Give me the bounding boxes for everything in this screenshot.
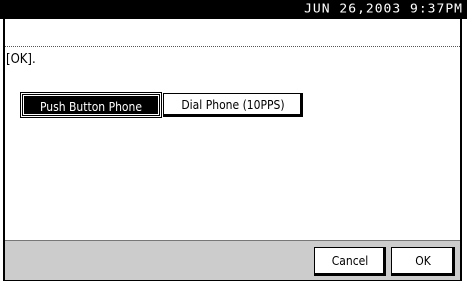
push-button-phone-option[interactable]: Push Button Phone: [20, 92, 162, 118]
instruction-text: [OK].: [6, 52, 36, 67]
ok-button[interactable]: OK: [391, 247, 455, 276]
cancel-button[interactable]: Cancel: [314, 247, 386, 276]
dial-phone-label: Dial Phone (10PPS): [181, 97, 285, 113]
push-button-phone-label: Push Button Phone: [39, 99, 143, 115]
date-time-display: JUN 26,2003 9:37PM: [304, 2, 463, 17]
dial-phone-option[interactable]: Dial Phone (10PPS): [163, 93, 303, 117]
divider: [5, 46, 460, 47]
header-bar: JUN 26,2003 9:37PM: [0, 0, 467, 19]
